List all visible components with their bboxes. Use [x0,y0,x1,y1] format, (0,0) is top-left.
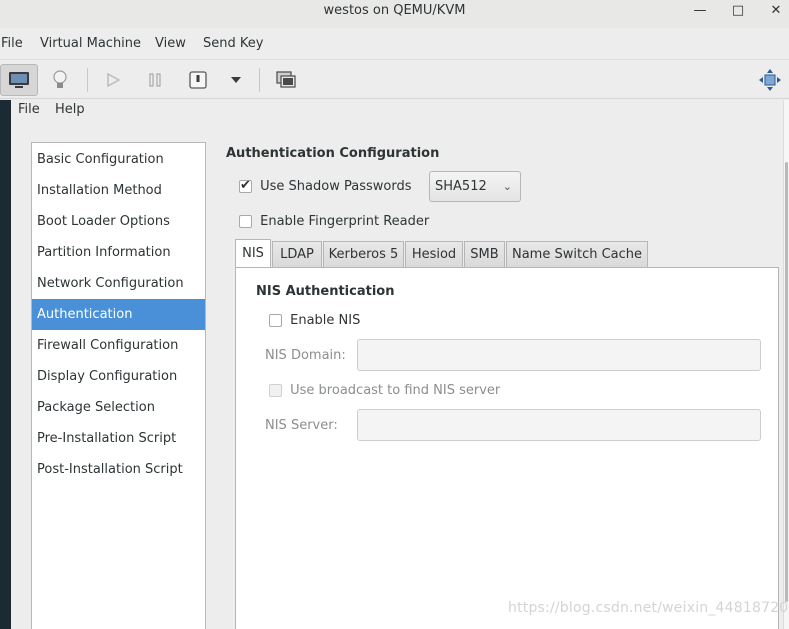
tab-ldap[interactable]: LDAP [272,241,322,268]
category-network-configuration[interactable]: Network Configuration [32,268,205,299]
hash-algorithm-select[interactable]: SHA512 ⌄ [429,171,521,202]
menu-view[interactable]: View [155,36,186,51]
broadcast-label: Use broadcast to find NIS server [290,383,501,398]
snapshot-icon [276,71,296,88]
fullscreen-button[interactable] [756,64,784,96]
category-list: Basic Configuration Installation Method … [31,142,206,629]
tab-name-switch-cache[interactable]: Name Switch Cache [506,241,648,268]
nis-heading: NIS Authentication [256,284,395,299]
guest-display[interactable]: File Help Basic Configuration Installati… [0,100,789,629]
category-basic-configuration[interactable]: Basic Configuration [32,144,205,175]
category-post-installation-script[interactable]: Post-Installation Script [32,454,205,485]
menu-virtual-machine[interactable]: Virtual Machine [40,36,141,51]
shutdown-button[interactable] [185,64,211,96]
tab-kerberos[interactable]: Kerberos 5 [323,241,404,268]
snapshots-button[interactable] [272,64,300,96]
fingerprint-label: Enable Fingerprint Reader [260,214,430,229]
pause-button[interactable] [142,64,168,96]
hash-algorithm-value: SHA512 [435,179,487,194]
category-boot-loader-options[interactable]: Boot Loader Options [32,206,205,237]
shutdown-menu-button[interactable] [226,64,246,96]
window-titlebar: westos on QEMU/KVM — □ ✕ [0,0,789,28]
power-icon [189,71,207,89]
broadcast-checkbox[interactable] [269,384,282,397]
viewer-menubar: File Virtual Machine View Send Key [0,32,789,56]
lightbulb-icon [53,70,67,88]
category-display-configuration[interactable]: Display Configuration [32,361,205,392]
console-icon [9,72,29,88]
chevron-down-icon: ⌄ [502,180,512,193]
tab-smb[interactable]: SMB [464,241,505,268]
toolbar-separator [259,68,260,92]
close-button[interactable]: ✕ [766,2,786,22]
category-firewall-configuration[interactable]: Firewall Configuration [32,330,205,361]
broadcast-row: Use broadcast to find NIS server [269,383,500,398]
run-button[interactable] [100,64,126,96]
enable-nis-checkbox[interactable] [269,314,282,327]
maximize-button[interactable]: □ [728,2,748,22]
details-button[interactable] [46,64,74,96]
menu-file[interactable]: File [1,36,23,51]
section-title: Authentication Configuration [226,146,440,161]
fingerprint-checkbox[interactable] [239,215,252,228]
shadow-passwords-label: Use Shadow Passwords [260,179,412,194]
viewer-toolbar [0,59,789,99]
category-package-selection[interactable]: Package Selection [32,392,205,423]
category-installation-method[interactable]: Installation Method [32,175,205,206]
window-title: westos on QEMU/KVM [323,3,466,18]
enable-nis-row: Enable NIS [269,313,360,328]
play-icon [107,72,121,88]
watermark: https://blog.csdn.net/weixin_44818720 [508,600,789,616]
category-authentication[interactable]: Authentication [32,299,205,330]
console-button[interactable] [0,64,38,96]
app-menu-file[interactable]: File [18,102,40,117]
nis-domain-label: NIS Domain: [265,348,346,363]
fingerprint-row: Enable Fingerprint Reader [239,214,429,229]
app-menu-help[interactable]: Help [55,102,85,117]
toolbar-separator [87,68,88,92]
nis-server-input[interactable] [357,409,761,441]
minimize-button[interactable]: — [690,2,710,22]
shadow-passwords-row: Use Shadow Passwords [239,178,412,194]
category-pre-installation-script[interactable]: Pre-Installation Script [32,423,205,454]
scrollbar-thumb[interactable] [785,162,788,602]
nis-tab-panel: NIS Authentication Enable NIS NIS Domain… [235,267,779,629]
pause-icon [149,73,161,87]
category-partition-information[interactable]: Partition Information [32,237,205,268]
nis-server-label: NIS Server: [265,418,338,433]
tab-nis[interactable]: NIS [235,239,271,267]
shadow-passwords-checkbox[interactable] [239,178,252,193]
guest-desktop-edge [0,100,11,629]
menu-send-key[interactable]: Send Key [203,36,263,51]
nis-domain-input[interactable] [357,339,761,371]
fullscreen-icon [759,69,781,91]
tab-hesiod[interactable]: Hesiod [405,241,463,268]
enable-nis-label: Enable NIS [290,313,361,328]
dropdown-arrow-icon [231,77,241,83]
